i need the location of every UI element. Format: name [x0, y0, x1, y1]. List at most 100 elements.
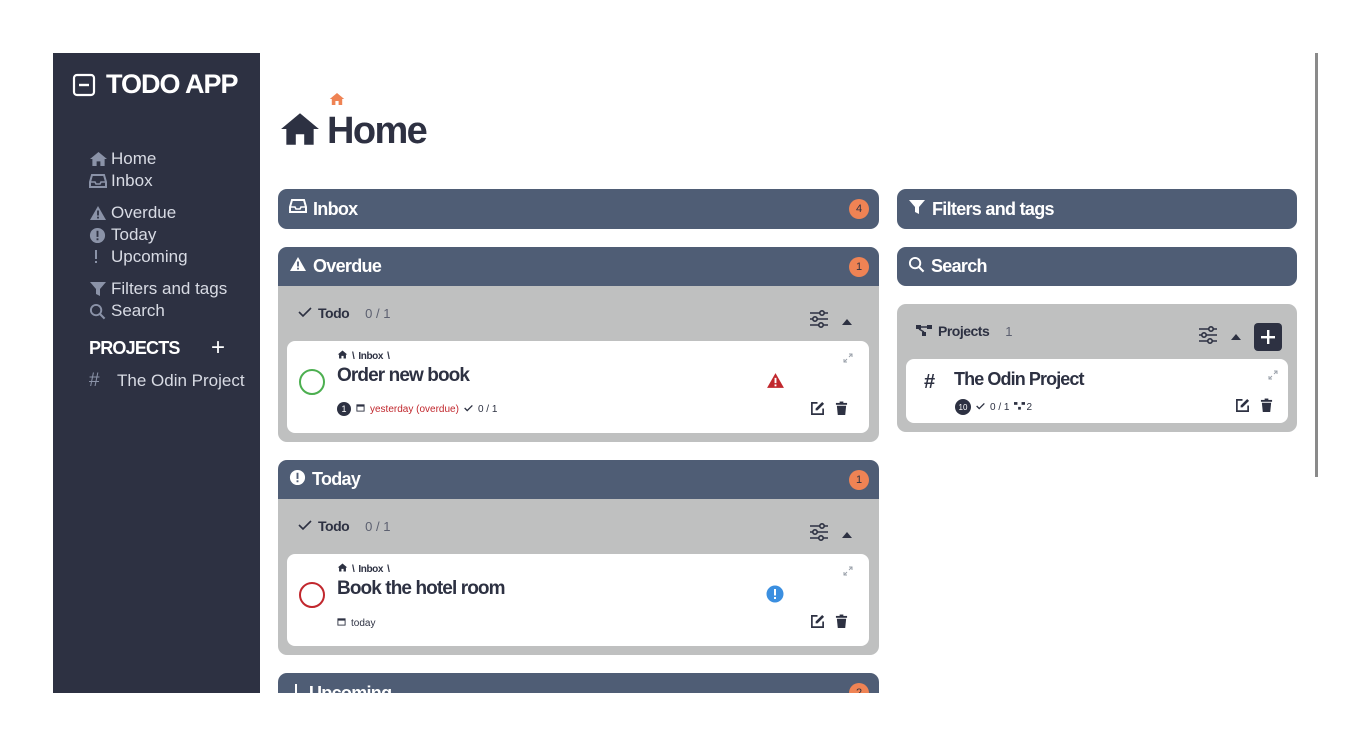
- sidebar-item-label: Upcoming: [111, 247, 188, 266]
- task-title[interactable]: Book the hotel room: [337, 578, 506, 600]
- panel-title: Upcoming: [309, 682, 392, 694]
- caret-up-icon[interactable]: [841, 526, 853, 544]
- add-project-button[interactable]: +: [211, 336, 225, 360]
- nav-main: Home Inbox: [89, 148, 156, 192]
- breadcrumb-project[interactable]: Inbox: [358, 351, 383, 362]
- sidebar-item-overdue[interactable]: Overdue: [89, 202, 188, 224]
- expand-icon[interactable]: [843, 563, 853, 581]
- home-icon: [279, 111, 321, 152]
- task-breadcrumb: \ Inbox \: [337, 563, 390, 575]
- task-complete-checkbox[interactable]: [299, 582, 325, 608]
- edit-icon[interactable]: [810, 401, 825, 421]
- projects-count: 1: [1005, 323, 1013, 339]
- calendar-icon: [356, 403, 365, 415]
- panel-title: Today: [312, 469, 361, 489]
- sidebar-item-today[interactable]: Today: [89, 224, 188, 246]
- home-icon: [337, 563, 348, 575]
- projects-group-header[interactable]: Projects 1: [916, 323, 1012, 339]
- check-icon: [976, 402, 985, 413]
- checklist-count: 0 / 1: [990, 401, 1010, 413]
- project-card[interactable]: # The Odin Project 10 0 / 1 2: [906, 359, 1288, 423]
- exclamation-circle-icon: [89, 227, 111, 244]
- todo-group-header[interactable]: Todo 0 / 1: [298, 518, 390, 534]
- todo-count: 0 / 1: [365, 305, 391, 321]
- today-panel-header[interactable]: Today 1: [278, 460, 879, 499]
- projects-label: Projects: [938, 323, 990, 339]
- sidebar-item-filters[interactable]: Filters and tags: [89, 278, 227, 300]
- task-title[interactable]: Order new book: [337, 365, 470, 387]
- todo-group-header[interactable]: Todo 0 / 1: [298, 305, 390, 321]
- task-actions: [810, 614, 848, 634]
- panel-title: Inbox: [313, 198, 358, 219]
- trash-icon[interactable]: [835, 401, 848, 421]
- projects-header: PROJECTS +: [89, 336, 225, 360]
- breadcrumb-separator: \: [387, 563, 390, 575]
- sidebar-item-inbox[interactable]: Inbox: [89, 170, 156, 192]
- search-panel-header[interactable]: Search: [897, 247, 1297, 286]
- home-icon: [337, 350, 348, 362]
- breadcrumb-project[interactable]: Inbox: [358, 564, 383, 575]
- todo-count: 0 / 1: [365, 518, 391, 534]
- checklist-count: 0 / 1: [477, 403, 498, 415]
- caret-up-icon[interactable]: [1230, 328, 1242, 346]
- sliders-icon[interactable]: [809, 522, 829, 546]
- collapse-icon[interactable]: [72, 73, 96, 97]
- sidebar-item-label: The Odin Project: [117, 371, 245, 390]
- task-card[interactable]: \ Inbox \ Book the hotel room today: [287, 554, 869, 646]
- check-icon: [464, 404, 473, 415]
- subproject-count: 2: [1026, 401, 1033, 413]
- sidebar-item-search[interactable]: Search: [89, 300, 227, 322]
- hash-icon: #: [924, 371, 936, 393]
- priority-badge: 1: [337, 402, 351, 416]
- upcoming-panel-header[interactable]: Upcoming 2: [278, 673, 879, 693]
- project-diagram-icon: [916, 323, 932, 339]
- check-icon: [298, 305, 312, 321]
- sliders-icon[interactable]: [809, 309, 829, 333]
- edit-icon[interactable]: [1235, 398, 1250, 418]
- breadcrumb-separator: \: [352, 350, 355, 362]
- task-meta: today: [337, 617, 375, 629]
- breadcrumb-home-icon[interactable]: [329, 92, 345, 111]
- sidebar-item-project[interactable]: # The Odin Project: [89, 370, 245, 392]
- panel-title: Search: [931, 256, 988, 276]
- project-title[interactable]: The Odin Project: [954, 369, 1085, 390]
- sliders-icon[interactable]: [1198, 325, 1218, 349]
- trash-icon[interactable]: [1260, 398, 1273, 418]
- task-complete-checkbox[interactable]: [299, 369, 325, 395]
- expand-icon[interactable]: [843, 350, 853, 368]
- hash-icon: #: [89, 370, 100, 391]
- task-breadcrumb: \ Inbox \: [337, 350, 390, 362]
- sidebar-item-label: Home: [111, 149, 157, 168]
- filter-icon: [89, 281, 111, 297]
- search-icon: [908, 256, 925, 278]
- sidebar-item-home[interactable]: Home: [89, 148, 156, 170]
- todo-label: Todo: [318, 518, 350, 534]
- sidebar-item-upcoming[interactable]: Upcoming: [89, 246, 188, 268]
- page-title-text: Home: [327, 110, 428, 152]
- task-count-badge: 10: [955, 399, 971, 415]
- add-project-button[interactable]: [1254, 323, 1282, 351]
- task-actions: [810, 401, 848, 421]
- sidebar: TODO APP Home Inbox Overdue Today Upcomi…: [53, 53, 260, 693]
- home-icon: [89, 151, 111, 167]
- task-card[interactable]: \ Inbox \ Order new book 1 yesterday (ov…: [287, 341, 869, 433]
- count-badge: 2: [849, 683, 869, 693]
- expand-icon[interactable]: [1268, 367, 1278, 385]
- nav-tools: Filters and tags Search: [89, 278, 227, 322]
- warning-icon: [289, 256, 307, 277]
- upcoming-panel-clip: Upcoming 2: [278, 673, 879, 693]
- sidebar-item-label: Search: [111, 301, 165, 320]
- overdue-panel-header[interactable]: Overdue 1: [278, 247, 879, 286]
- project-diagram-icon: [1014, 401, 1026, 413]
- sidebar-item-label: Filters and tags: [111, 279, 228, 298]
- info-exclamation-icon: [766, 585, 784, 608]
- scrollbar[interactable]: [1315, 53, 1318, 477]
- exclamation-icon: [89, 249, 111, 265]
- inbox-panel-header[interactable]: Inbox 4: [278, 189, 879, 229]
- trash-icon[interactable]: [835, 614, 848, 634]
- app-brand[interactable]: TODO APP: [72, 69, 239, 100]
- caret-up-icon[interactable]: [841, 313, 853, 331]
- edit-icon[interactable]: [810, 614, 825, 634]
- count-badge: 1: [849, 470, 869, 490]
- filters-panel-header[interactable]: Filters and tags: [897, 189, 1297, 229]
